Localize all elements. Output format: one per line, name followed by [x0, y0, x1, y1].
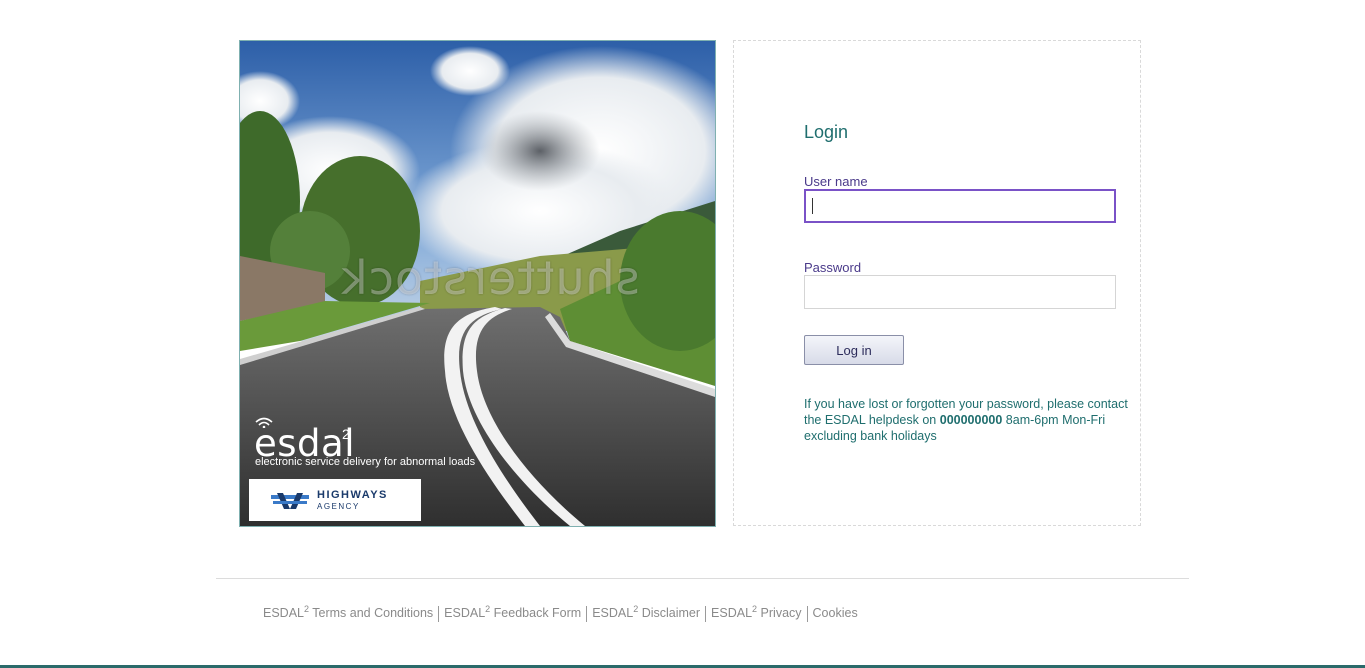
agency-name: HIGHWAYS	[317, 489, 388, 501]
text-caret	[812, 198, 813, 214]
footer-link-terms[interactable]: ESDAL2 Terms and Conditions	[263, 604, 433, 620]
footer-links: ESDAL2 Terms and Conditions ESDAL2 Feedba…	[263, 604, 858, 622]
highways-agency-logo: HIGHWAYS AGENCY	[249, 479, 421, 521]
hero-image: shutterstock esdal 2 electronic service …	[239, 40, 716, 527]
footer-separator	[705, 605, 707, 622]
login-button[interactable]: Log in	[804, 335, 904, 365]
highways-agency-emblem-icon	[271, 493, 309, 509]
password-help-text: If you have lost or forgotten your passw…	[804, 396, 1144, 444]
esdal-superscript: 2	[342, 426, 350, 442]
watermark-text: shutterstock	[340, 251, 640, 305]
login-panel: Login User name Password Log in If you h…	[733, 40, 1141, 526]
helpdesk-phone: 000000000	[939, 413, 1003, 427]
esdal-tagline: electronic service delivery for abnormal…	[255, 456, 476, 468]
footer-separator	[586, 605, 588, 622]
password-input[interactable]	[804, 275, 1116, 309]
username-input[interactable]	[804, 189, 1116, 223]
password-label: Password	[804, 260, 862, 275]
agency-subtitle: AGENCY	[317, 502, 360, 511]
footer-link-cookies[interactable]: Cookies	[813, 606, 858, 620]
footer-separator	[438, 605, 440, 622]
footer-divider	[216, 578, 1189, 579]
footer-link-feedback[interactable]: ESDAL2 Feedback Form	[444, 604, 581, 620]
login-title: Login	[804, 122, 849, 142]
footer-separator	[806, 605, 808, 622]
footer-link-privacy[interactable]: ESDAL2 Privacy	[711, 604, 801, 620]
username-label: User name	[804, 174, 868, 189]
footer-link-disclaimer[interactable]: ESDAL2 Disclaimer	[592, 604, 700, 620]
